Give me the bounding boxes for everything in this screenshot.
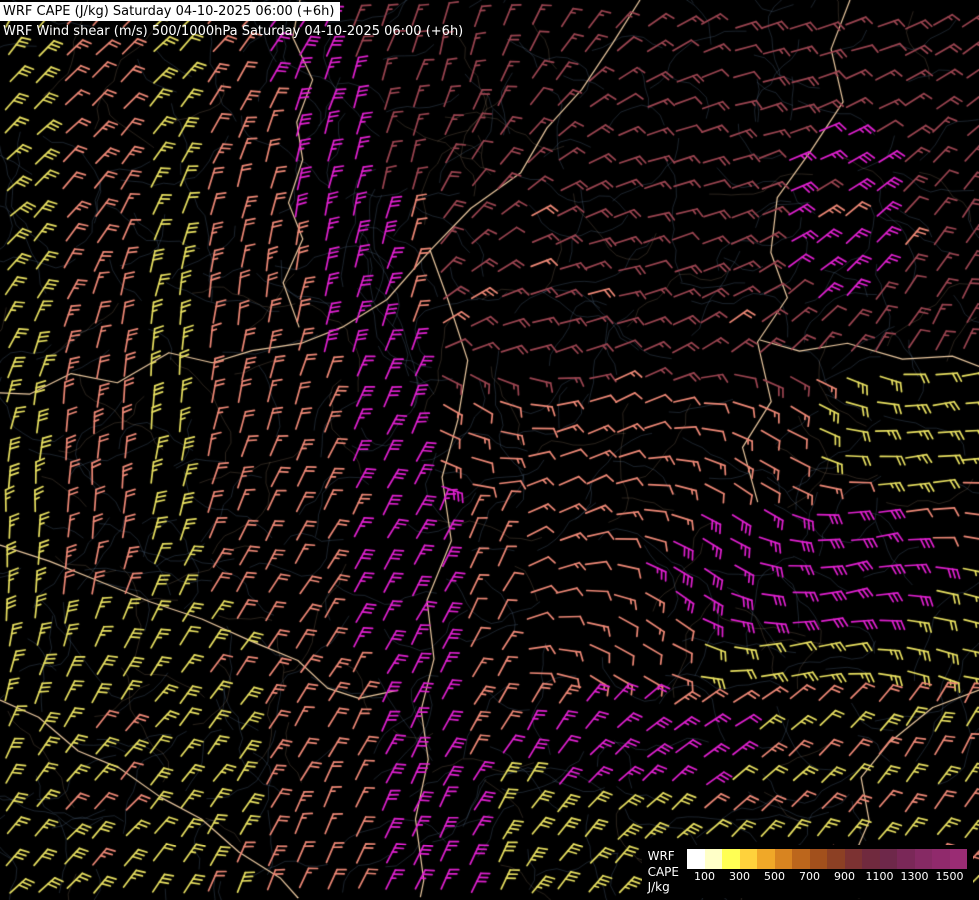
- colorbar-segment: [932, 849, 950, 869]
- colorbar-segment: [950, 849, 968, 869]
- colorbar-column: 100 300 500 700 900 1100 1300 1500: [687, 849, 967, 884]
- colorbar-tick: 1300: [901, 870, 929, 883]
- cape-title: WRF CAPE (J/kg) Saturday 04-10-2025 06:0…: [0, 2, 340, 21]
- colorbar-segment: [792, 849, 810, 869]
- wind-shear-title: WRF Wind shear (m/s) 500/1000hPa Saturda…: [0, 21, 469, 41]
- colorbar-segment: [705, 849, 723, 869]
- legend-param-label: CAPE: [648, 865, 679, 881]
- colorbar-tick: 1500: [936, 870, 964, 883]
- colorbar-tick: 900: [834, 870, 855, 883]
- colorbar-tick: 500: [764, 870, 785, 883]
- map-title-block: WRF CAPE (J/kg) Saturday 04-10-2025 06:0…: [0, 0, 469, 41]
- colorbar-segment: [897, 849, 915, 869]
- legend-model-label: WRF: [648, 849, 679, 865]
- colorbar-segment: [775, 849, 793, 869]
- cape-colorbar: [687, 849, 967, 869]
- colorbar-segment: [827, 849, 845, 869]
- legend-unit-label: J/kg: [648, 880, 679, 896]
- colorbar-segment: [722, 849, 740, 869]
- colorbar-tick: 100: [694, 870, 715, 883]
- colorbar-segment: [845, 849, 863, 869]
- colorbar-tick: 300: [729, 870, 750, 883]
- legend-labels: WRF CAPE J/kg: [648, 849, 679, 896]
- colorbar-ticks: 100 300 500 700 900 1100 1300 1500: [687, 869, 967, 884]
- colorbar-segment: [757, 849, 775, 869]
- colorbar-tick: 1100: [866, 870, 894, 883]
- colorbar-segment: [810, 849, 828, 869]
- wrf-model-map: WRF CAPE (J/kg) Saturday 04-10-2025 06:0…: [0, 0, 979, 900]
- weather-map-canvas: [0, 0, 979, 900]
- colorbar-tick: 700: [799, 870, 820, 883]
- cape-legend: WRF CAPE J/kg 100 300 500 700 900 1100 1300 150…: [642, 845, 973, 898]
- colorbar-segment: [687, 849, 705, 869]
- colorbar-segment: [915, 849, 933, 869]
- colorbar-segment: [740, 849, 758, 869]
- colorbar-segment: [862, 849, 880, 869]
- colorbar-segment: [880, 849, 898, 869]
